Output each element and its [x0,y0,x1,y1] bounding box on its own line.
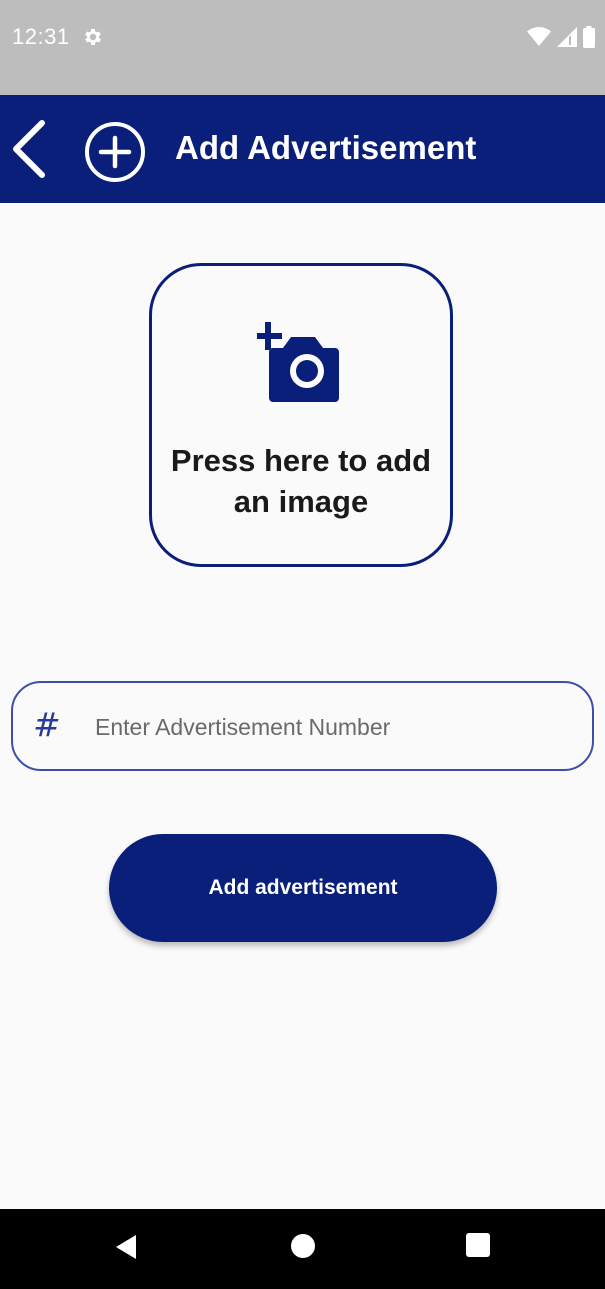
status-bar: 12:31 [0,0,605,95]
signal-icon [557,27,577,47]
page-title: Add Advertisement [175,129,477,166]
navigation-bar [0,1209,605,1289]
battery-icon [583,26,595,48]
advertisement-number-field[interactable]: # [11,681,594,771]
add-advertisement-button[interactable]: Add advertisement [109,834,497,942]
chevron-left-icon [13,120,45,178]
home-circle-icon[interactable] [290,1233,316,1259]
add-image-button[interactable]: Press here to add an image [149,263,453,567]
advertisement-number-input[interactable] [93,703,577,751]
status-time: 12:31 [12,24,70,49]
add-circle-icon [85,122,145,182]
add-a-photo-icon [257,322,339,402]
back-button[interactable] [6,117,54,181]
recents-square-icon[interactable] [466,1233,490,1257]
add-image-label: Press here to add an image [170,443,432,519]
app-bar: Add Advertisement [0,95,605,203]
back-triangle-icon[interactable] [112,1233,140,1261]
screen: 12:31 Add Advertisement Press here to ad… [0,0,605,1289]
wifi-icon [527,27,551,46]
gear-icon [85,29,101,45]
hash-icon: # [33,705,61,744]
status-icons [527,25,595,49]
